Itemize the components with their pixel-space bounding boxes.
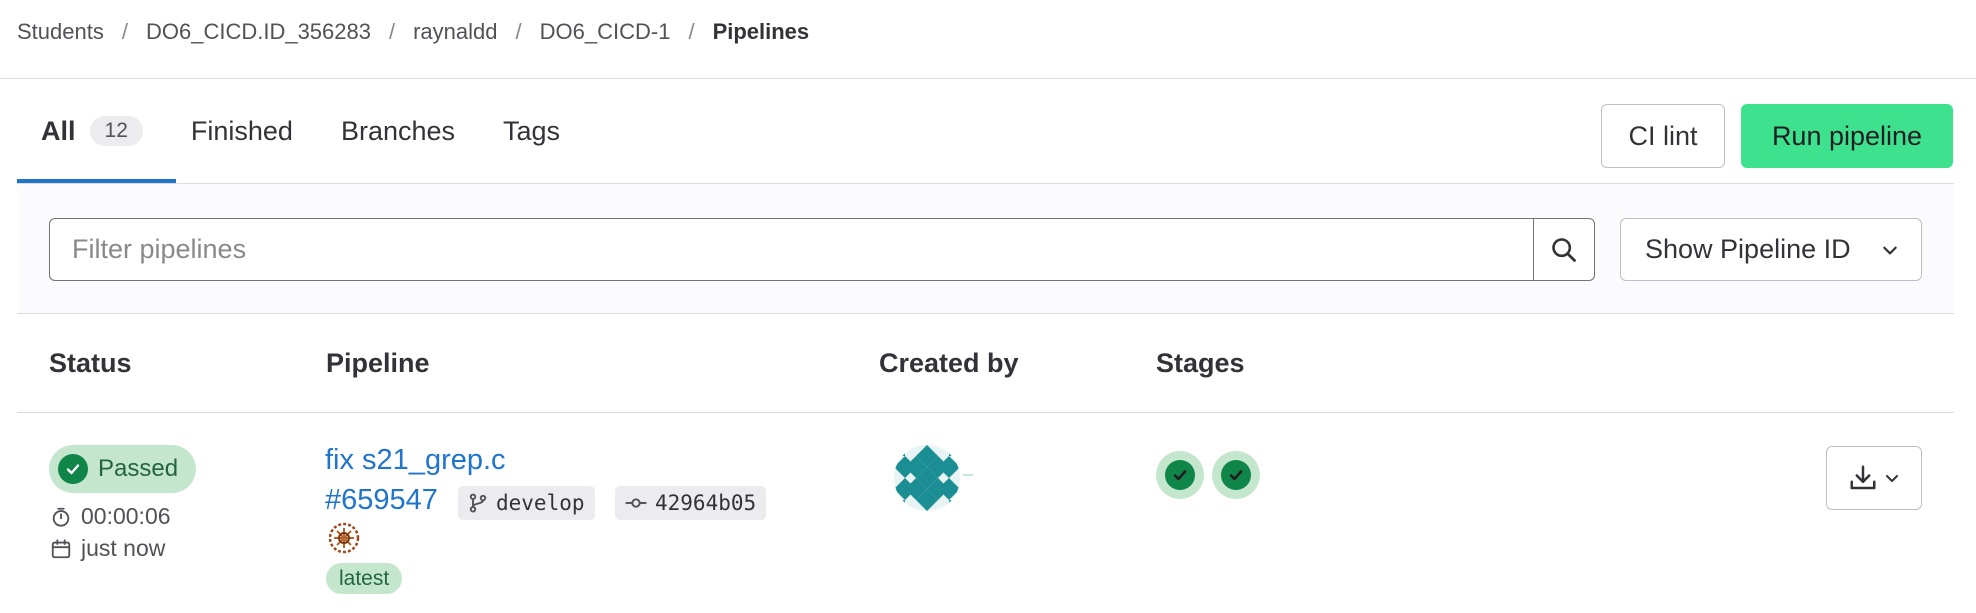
run-pipeline-button[interactable]: Run pipeline — [1741, 104, 1953, 168]
filter-search-button[interactable] — [1533, 218, 1595, 281]
column-header-stages: Stages — [1156, 348, 1245, 378]
tab-all-label: All — [41, 115, 76, 146]
table-header-divider — [17, 412, 1954, 413]
download-artifacts-dropdown[interactable] — [1826, 446, 1922, 510]
download-icon — [1850, 465, 1876, 490]
finished-time: just now — [49, 535, 165, 562]
column-header-pipeline: Pipeline — [326, 348, 430, 378]
search-icon — [1552, 237, 1576, 262]
breadcrumb-separator: / — [388, 19, 396, 44]
commit-author-avatar[interactable] — [328, 522, 360, 554]
breadcrumb-separator: / — [515, 19, 522, 44]
chevron-down-icon — [1886, 475, 1898, 482]
filter-pipelines-input[interactable]: Filter pipelines — [49, 218, 1534, 281]
pipeline-id-link[interactable]: #659547 — [325, 484, 438, 517]
branch-icon — [468, 493, 488, 513]
show-pipeline-id-label: Show Pipeline ID — [1645, 234, 1851, 264]
timer-icon — [49, 505, 73, 529]
ci-lint-button[interactable]: CI lint — [1601, 104, 1725, 168]
tab-finished[interactable]: Finished — [167, 91, 317, 171]
calendar-icon — [49, 537, 73, 561]
breadcrumb-separator: / — [688, 19, 695, 44]
duration: 00:00:06 — [49, 503, 171, 530]
latest-badge: latest — [326, 563, 403, 594]
commit-icon — [625, 493, 647, 513]
avatar[interactable] — [894, 445, 960, 511]
branch-ref[interactable]: develop — [458, 486, 595, 520]
branch-name: develop — [496, 491, 585, 515]
show-pipeline-id-dropdown[interactable]: Show Pipeline ID — [1620, 218, 1922, 281]
tab-all[interactable]: All 12 — [17, 91, 167, 171]
tab-tags[interactable]: Tags — [479, 91, 584, 171]
tab-all-count-badge: 12 — [89, 116, 143, 146]
commit-sha[interactable]: 42964b05 — [615, 486, 767, 520]
stage-connector — [963, 474, 973, 476]
breadcrumb-item-project[interactable]: DO6_CICD-1 — [540, 19, 671, 45]
status-label: Passed — [98, 455, 179, 482]
stage-status-success[interactable] — [1156, 451, 1204, 499]
duration-value: 00:00:06 — [81, 503, 171, 529]
finished-value: just now — [81, 535, 166, 561]
column-header-status: Status — [49, 348, 132, 378]
check-circle-icon — [58, 454, 88, 484]
stage-status-success[interactable] — [1212, 451, 1260, 499]
breadcrumb-separator: / — [121, 19, 128, 44]
pipeline-tabs: All 12 Finished Branches Tags — [17, 104, 584, 184]
commit-title-link[interactable]: fix s21_grep.c — [325, 444, 506, 477]
tab-branches[interactable]: Branches — [317, 91, 479, 171]
commit-sha-value: 42964b05 — [655, 491, 757, 515]
check-circle-icon — [1165, 460, 1195, 490]
breadcrumb-item-group[interactable]: DO6_CICD.ID_356283 — [146, 19, 371, 45]
column-header-created-by: Created by — [879, 348, 1019, 378]
status-badge[interactable]: Passed — [49, 445, 196, 493]
breadcrumb: Students / DO6_CICD.ID_356283 / raynaldd… — [17, 17, 809, 47]
breadcrumb-item-pipelines[interactable]: Pipelines — [713, 19, 810, 45]
chevron-down-icon — [1883, 246, 1897, 254]
breadcrumb-item-students[interactable]: Students — [17, 19, 104, 45]
header-divider — [0, 78, 1976, 79]
breadcrumb-item-user[interactable]: raynaldd — [413, 19, 497, 45]
check-circle-icon — [1221, 460, 1251, 490]
